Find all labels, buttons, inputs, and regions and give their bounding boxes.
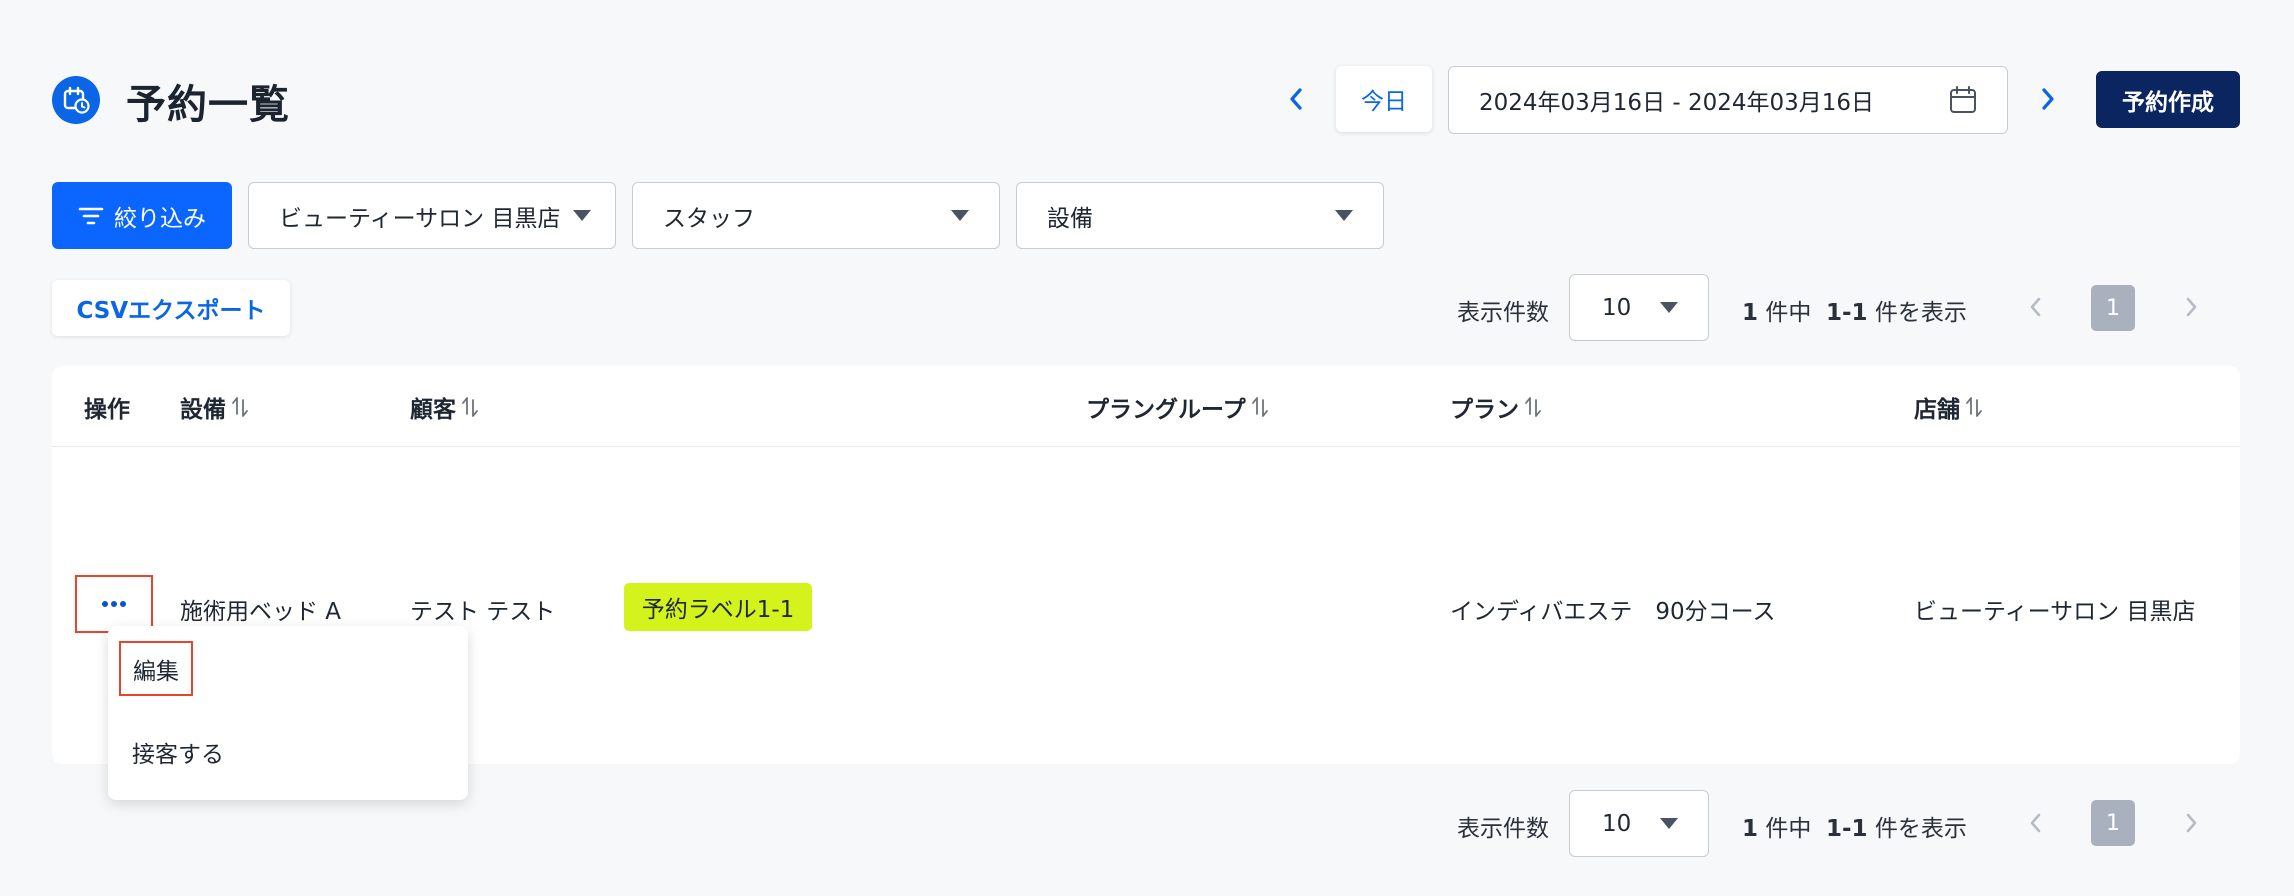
chevron-down-icon bbox=[1660, 302, 1678, 313]
menu-item-serve[interactable]: 接客する bbox=[132, 735, 224, 769]
chevron-down-icon bbox=[573, 210, 591, 221]
per-page-value: 10 bbox=[1602, 294, 1632, 321]
chevron-down-icon bbox=[1660, 818, 1678, 829]
pagination-summary: 1 件中 1-1 件を表示 bbox=[1742, 300, 1967, 326]
total-count: 1 bbox=[1742, 816, 1759, 842]
filter-icon bbox=[78, 207, 104, 224]
cell-equipment: 施術用ベッド A bbox=[180, 599, 342, 625]
chevron-left-icon bbox=[2030, 813, 2041, 833]
pagination-summary: 1 件中 1-1 件を表示 bbox=[1742, 816, 1967, 842]
equipment-select[interactable]: 設備 bbox=[1016, 182, 1384, 249]
cell-store: ビューティーサロン 目黒店 bbox=[1914, 599, 2196, 625]
chevron-down-icon bbox=[1335, 210, 1353, 221]
prev-page-button[interactable] bbox=[2020, 287, 2050, 327]
today-button[interactable]: 今日 bbox=[1336, 66, 1432, 132]
per-page-value: 10 bbox=[1602, 810, 1632, 837]
total-count: 1 bbox=[1742, 300, 1759, 326]
header-equipment[interactable]: 設備 bbox=[180, 390, 250, 424]
cell-customer: テスト テスト bbox=[410, 599, 556, 625]
calendar-clock-icon bbox=[52, 76, 100, 124]
store-select[interactable]: ビューティーサロン 目黒店 bbox=[248, 182, 616, 249]
prev-page-button[interactable] bbox=[2020, 803, 2050, 843]
more-horizontal-icon bbox=[102, 601, 126, 607]
filter-button-label: 絞り込み bbox=[114, 205, 206, 232]
next-page-button[interactable] bbox=[2177, 287, 2207, 327]
header-store[interactable]: 店舗 bbox=[1914, 390, 1984, 424]
staff-select-value: スタッフ bbox=[663, 205, 755, 232]
header-plan-group[interactable]: プラングループ bbox=[1086, 390, 1270, 424]
range-count: 1-1 bbox=[1825, 816, 1868, 842]
chevron-down-icon bbox=[951, 210, 969, 221]
sort-icon[interactable] bbox=[1250, 394, 1270, 420]
next-date-button[interactable] bbox=[2030, 81, 2066, 117]
filter-button[interactable]: 絞り込み bbox=[52, 182, 232, 249]
sort-icon[interactable] bbox=[230, 394, 250, 420]
header-customer[interactable]: 顧客 bbox=[410, 390, 480, 424]
date-range-value: 2024年03月16日 - 2024年03月16日 bbox=[1479, 90, 1875, 116]
chevron-left-icon bbox=[1290, 88, 1302, 110]
date-range-picker[interactable]: 2024年03月16日 - 2024年03月16日 bbox=[1448, 66, 2008, 134]
cell-plan: インディバエステ 90分コース bbox=[1450, 599, 1776, 625]
per-page-label: 表示件数 bbox=[1457, 300, 1549, 326]
chevron-right-icon bbox=[2186, 297, 2197, 317]
create-reservation-button[interactable]: 予約作成 bbox=[2096, 71, 2240, 128]
row-actions-button[interactable] bbox=[75, 575, 153, 633]
per-page-select[interactable]: 10 bbox=[1569, 274, 1709, 341]
staff-select[interactable]: スタッフ bbox=[632, 182, 1000, 249]
calendar-icon bbox=[1950, 86, 1976, 113]
sort-icon[interactable] bbox=[1523, 394, 1543, 420]
chevron-left-icon bbox=[2030, 297, 2041, 317]
range-count: 1-1 bbox=[1825, 300, 1868, 326]
reservation-label-badge: 予約ラベル1-1 bbox=[624, 583, 812, 631]
next-page-button[interactable] bbox=[2177, 803, 2207, 843]
chevron-right-icon bbox=[2186, 813, 2197, 833]
page-number[interactable]: 1 bbox=[2091, 285, 2135, 331]
csv-export-button[interactable]: CSVエクスポート bbox=[52, 280, 290, 336]
page-number[interactable]: 1 bbox=[2091, 800, 2135, 846]
page-title: 予約一覧 bbox=[126, 82, 290, 128]
per-page-label: 表示件数 bbox=[1457, 816, 1549, 842]
per-page-select[interactable]: 10 bbox=[1569, 790, 1709, 857]
store-select-value: ビューティーサロン 目黒店 bbox=[279, 205, 561, 232]
header-divider bbox=[52, 446, 2240, 447]
header-plan[interactable]: プラン bbox=[1450, 390, 1543, 424]
equipment-select-value: 設備 bbox=[1047, 205, 1093, 232]
chevron-right-icon bbox=[2042, 88, 2054, 110]
sort-icon[interactable] bbox=[460, 394, 480, 420]
header-ops: 操作 bbox=[84, 397, 130, 423]
sort-icon[interactable] bbox=[1964, 394, 1984, 420]
prev-date-button[interactable] bbox=[1278, 81, 1314, 117]
menu-item-edit[interactable]: 編集 bbox=[119, 641, 193, 696]
